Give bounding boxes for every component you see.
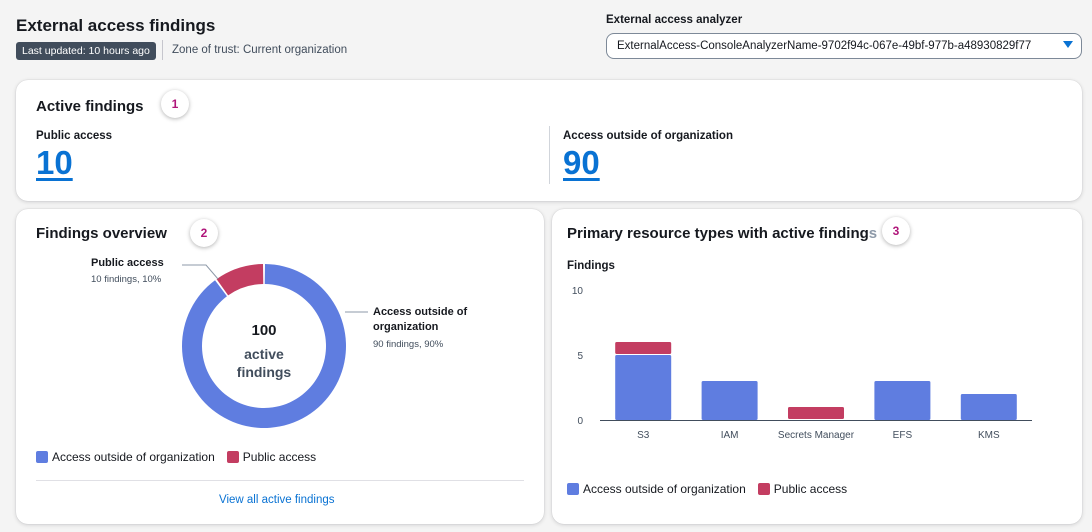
- outside-org-slice-label-2: organization: [373, 321, 439, 333]
- callout-1: 1: [161, 90, 189, 118]
- legend-label-public: Public access: [242, 450, 317, 464]
- bar-legend-item-outside-org[interactable]: Access outside of organization: [567, 482, 746, 496]
- resource-types-card: Primary resource types with active findi…: [552, 209, 1082, 524]
- bar-s3-public-access[interactable]: [615, 342, 672, 354]
- legend-label-outside: Access outside of organization: [52, 450, 215, 464]
- analyzer-selected-value: ExternalAccess-ConsoleAnalyzerName-9702f…: [617, 40, 1032, 52]
- outside-org-label: Access outside of organization: [563, 130, 733, 142]
- bar-legend-label-outside: Access outside of organization: [583, 482, 746, 496]
- resource-types-title-main: Primary resource types with active findi…: [567, 225, 869, 242]
- view-all-findings-link[interactable]: View all active findings: [219, 494, 335, 506]
- bar-legend-swatch-public: [757, 483, 770, 495]
- bar-efs-outside-org[interactable]: [874, 381, 931, 420]
- outside-org-count-link[interactable]: 90: [563, 144, 600, 182]
- public-access-count-link[interactable]: 10: [36, 144, 73, 182]
- public-access-label: Public access: [36, 130, 113, 142]
- x-tick-label: EFS: [893, 430, 913, 441]
- public-access-leader-line: [182, 264, 219, 280]
- donut-slice-public-access[interactable]: [216, 264, 264, 296]
- public-access-slice-sub: 10 findings, 10%: [91, 274, 162, 285]
- bar-iam-outside-org[interactable]: [701, 381, 758, 420]
- x-tick-label: S3: [637, 430, 650, 441]
- kv-divider: [549, 126, 550, 184]
- y-tick-label: 5: [577, 351, 583, 362]
- analyzer-select[interactable]: ExternalAccess-ConsoleAnalyzerName-9702f…: [606, 33, 1082, 59]
- caret-down-icon: [1063, 41, 1073, 48]
- donut-chart: 100 active findings: [182, 264, 368, 428]
- legend-swatch-public: [226, 451, 239, 463]
- donut-center-line1: active: [244, 346, 284, 362]
- outside-org-slice-sub: 90 findings, 90%: [373, 339, 444, 350]
- donut-center-line2: findings: [237, 364, 292, 380]
- legend-item-public[interactable]: Public access: [226, 450, 317, 464]
- callout-3: 3: [882, 217, 910, 245]
- bar-kms-outside-org[interactable]: [960, 394, 1017, 420]
- bar-legend-label-public: Public access: [773, 482, 848, 496]
- header-divider: [162, 40, 163, 60]
- x-tick-label: KMS: [978, 430, 1000, 441]
- y-tick-label: 0: [577, 416, 583, 427]
- bar-legend-item-public[interactable]: Public access: [757, 482, 848, 496]
- overview-legend: Access outside of organization Public ac…: [36, 450, 328, 464]
- bar-legend-swatch-outside: [567, 483, 579, 495]
- bar-secrets-manager-public-access[interactable]: [788, 407, 844, 419]
- overview-footer-divider: [36, 480, 524, 481]
- legend-item-outside-org[interactable]: Access outside of organization: [36, 450, 215, 464]
- findings-overview-card: Findings overview 2 100 active findings …: [16, 209, 544, 524]
- resource-types-legend: Access outside of organization Public ac…: [567, 482, 859, 496]
- active-findings-card: Active findings 1 Public access 10 Acces…: [16, 80, 1082, 201]
- page-title: External access findings: [16, 16, 216, 35]
- x-tick-label: IAM: [721, 430, 739, 441]
- analyzer-label: External access analyzer: [606, 14, 743, 26]
- bar-s3-outside-org[interactable]: [615, 355, 672, 420]
- public-access-slice-label: Public access: [91, 257, 164, 269]
- y-tick-label: 10: [572, 286, 584, 297]
- bar-chart: 0 5 10 S3 IAM Secrets Manager EFS KMS: [572, 286, 1032, 441]
- legend-swatch-outside: [36, 451, 48, 463]
- x-tick-label: Secrets Manager: [778, 430, 855, 441]
- outside-org-slice-label-1: Access outside of: [373, 306, 468, 318]
- last-updated-badge: Last updated: 10 hours ago: [16, 42, 156, 60]
- active-findings-title: Active findings: [36, 98, 144, 115]
- resource-types-title: Primary resource types with active findi…: [567, 225, 877, 242]
- resource-types-title-end: s: [868, 225, 878, 242]
- zone-of-trust: Zone of trust: Current organization: [172, 44, 348, 56]
- donut-total: 100: [251, 322, 276, 339]
